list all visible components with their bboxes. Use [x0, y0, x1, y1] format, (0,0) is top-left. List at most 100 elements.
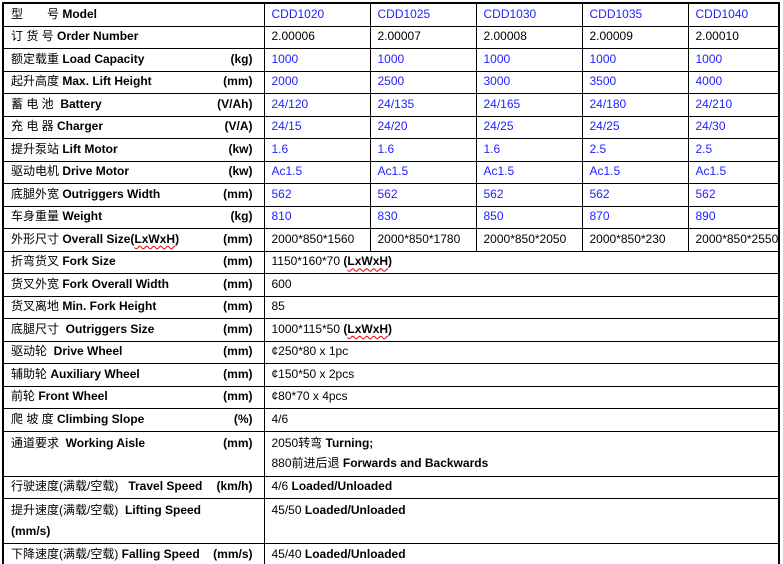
text-run: LxWxH: [134, 232, 175, 246]
label-line: 通道要求 Working Aisle(mm): [11, 433, 264, 454]
cell-outriggers-width-CDD1040: 562: [688, 184, 779, 207]
text-run: Loaded/Unloaded: [292, 479, 393, 493]
text-run: Falling Speed: [122, 547, 200, 561]
row-label-travel-speed: 行驶速度(满载/空载) Travel Speed(km/h): [3, 476, 264, 499]
spec-row-order-number: 订 货 号 Order Number2.000062.000072.000082…: [3, 26, 779, 49]
text-run: 45/40: [272, 547, 305, 561]
text-run: ¢80*70 x 4pcs: [272, 389, 348, 403]
text-run: (mm/s): [11, 524, 50, 538]
cell-fork-size: 1150*160*70 (LxWxH): [264, 251, 779, 274]
value-line: 4/6 Loaded/Unloaded: [272, 479, 779, 495]
label-line: 车身重量 Weight(kg): [11, 209, 264, 225]
cell-outriggers-size: 1000*115*50 (LxWxH): [264, 319, 779, 342]
spec-row-outriggers-size: 底腿尺寸 Outriggers Size(mm)1000*115*50 (LxW…: [3, 319, 779, 342]
cell-max-lift-height-CDD1035: 3500: [582, 71, 688, 94]
row-label-charger: 充 电 器 Charger(V/A): [3, 116, 264, 139]
text-run: 外形尺寸: [11, 232, 62, 246]
text-run: 提升速度(满载/空载): [11, 503, 125, 517]
cell-order-number-CDD1035: 2.00009: [582, 26, 688, 49]
label-line: 折弯货叉 Fork Size(mm): [11, 254, 264, 270]
label-text: 下降速度(满载/空载) Falling Speed: [11, 547, 200, 563]
cell-battery-CDD1035: 24/180: [582, 94, 688, 117]
row-label-climbing-slope: 爬 坡 度 Climbing Slope(%): [3, 409, 264, 432]
text-run: 85: [272, 299, 285, 313]
cell-model-CDD1035: CDD1035: [582, 3, 688, 26]
spec-row-outriggers-width: 底腿外宽 Outriggers Width(mm)562562562562562: [3, 184, 779, 207]
text-run: 订 货 号: [11, 29, 57, 43]
text-run: Battery: [60, 97, 101, 111]
text-run: Drive Motor: [62, 164, 129, 178]
label-text: 辅助轮 Auxiliary Wheel: [11, 367, 140, 383]
label-text: 驱动电机 Drive Motor: [11, 164, 129, 180]
text-run: Travel Speed: [128, 479, 202, 493]
text-run: 45/50: [272, 503, 305, 517]
row-label-falling-speed: 下降速度(满载/空载) Falling Speed(mm/s): [3, 544, 264, 564]
cell-lift-motor-CDD1030: 1.6: [476, 139, 582, 162]
text-run: ¢250*80 x 1pc: [272, 344, 349, 358]
text-run: 折弯货叉: [11, 254, 62, 268]
text-run: Turning;: [326, 436, 374, 450]
cell-auxiliary-wheel: ¢150*50 x 2pcs: [264, 364, 779, 387]
text-run: ): [175, 232, 179, 246]
cell-model-CDD1040: CDD1040: [688, 3, 779, 26]
text-run: Fork Size: [62, 254, 115, 268]
unit-label: (kg): [231, 209, 264, 225]
text-run: LxWxH: [347, 322, 388, 336]
forklift-spec-table: 型 号 ModelCDD1020CDD1025CDD1030CDD1035CDD…: [2, 2, 780, 564]
value-line: 4/6: [272, 412, 779, 428]
cell-weight-CDD1035: 870: [582, 206, 688, 229]
spec-row-working-aisle: 通道要求 Working Aisle(mm)2050转弯 Turning;880…: [3, 431, 779, 476]
text-run: 下降速度(满载/空载): [11, 547, 122, 561]
label-line: 驱动轮 Drive Wheel(mm): [11, 344, 264, 360]
value-line: 45/40 Loaded/Unloaded: [272, 547, 779, 563]
unit-label: (mm): [223, 344, 263, 360]
cell-order-number-CDD1030: 2.00008: [476, 26, 582, 49]
label-text: 蓄 电 池 Battery: [11, 97, 102, 113]
label-text: 订 货 号 Order Number: [11, 29, 138, 45]
text-run: ): [388, 322, 392, 336]
text-run: Load Capacity: [62, 52, 144, 66]
row-label-outriggers-width: 底腿外宽 Outriggers Width(mm): [3, 184, 264, 207]
cell-charger-CDD1035: 24/25: [582, 116, 688, 139]
cell-model-CDD1020: CDD1020: [264, 3, 370, 26]
cell-drive-motor-CDD1020: Ac1.5: [264, 161, 370, 184]
row-label-lifting-speed: 提升速度(满载/空载) Lifting Speed(mm/s): [3, 499, 264, 544]
text-run: 600: [272, 277, 292, 291]
cell-battery-CDD1020: 24/120: [264, 94, 370, 117]
unit-label: (mm): [223, 389, 263, 405]
cell-overall-size-CDD1035: 2000*850*230: [582, 229, 688, 252]
row-label-fork-overall-width: 货叉外宽 Fork Overall Width (mm): [3, 274, 264, 297]
spec-row-auxiliary-wheel: 辅助轮 Auxiliary Wheel(mm)¢150*50 x 2pcs: [3, 364, 779, 387]
label-line: 货叉离地 Min. Fork Height(mm): [11, 299, 264, 315]
spec-table-body: 型 号 ModelCDD1020CDD1025CDD1030CDD1035CDD…: [3, 3, 779, 564]
cell-model-CDD1025: CDD1025: [370, 3, 476, 26]
text-run: 货叉外宽: [11, 277, 62, 291]
cell-load-capacity-CDD1020: 1000: [264, 49, 370, 72]
label-line: 型 号 Model: [11, 7, 264, 23]
unit-label: (mm): [223, 232, 263, 248]
row-label-front-wheel: 前轮 Front Wheel(mm): [3, 386, 264, 409]
cell-battery-CDD1040: 24/210: [688, 94, 779, 117]
value-line: 600: [272, 277, 779, 293]
text-run: 蓄 电 池: [11, 97, 60, 111]
cell-outriggers-width-CDD1025: 562: [370, 184, 476, 207]
row-label-max-lift-height: 起升高度 Max. Lift Height(mm): [3, 71, 264, 94]
text-run: ¢150*50 x 2pcs: [272, 367, 355, 381]
row-label-model: 型 号 Model: [3, 3, 264, 26]
row-label-lift-motor: 提升泵站 Lift Motor(kw): [3, 139, 264, 162]
unit-label: (mm): [223, 277, 263, 293]
label-line: 爬 坡 度 Climbing Slope(%): [11, 412, 264, 428]
label-line: 驱动电机 Drive Motor (kw): [11, 164, 264, 180]
unit-label: (km/h): [217, 479, 264, 495]
text-run: ): [388, 254, 392, 268]
cell-overall-size-CDD1025: 2000*850*1780: [370, 229, 476, 252]
text-run: 驱动轮: [11, 344, 54, 358]
unit-label: (%): [234, 412, 264, 428]
label-line: (mm/s): [11, 521, 264, 542]
row-label-weight: 车身重量 Weight(kg): [3, 206, 264, 229]
label-line: 外形尺寸 Overall Size(LxWxH)(mm): [11, 232, 264, 248]
value-line: ¢150*50 x 2pcs: [272, 367, 779, 383]
cell-weight-CDD1025: 830: [370, 206, 476, 229]
unit-label: (kw): [229, 164, 264, 180]
text-run: Fork Overall Width: [62, 277, 169, 291]
